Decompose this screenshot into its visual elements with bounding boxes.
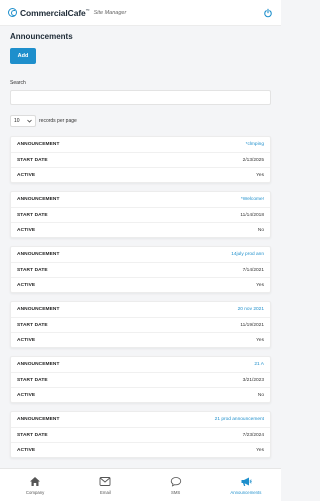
field-label: START DATE <box>17 377 48 383</box>
active-row: ACTIVE Yes <box>11 167 270 182</box>
power-icon[interactable] <box>263 8 273 18</box>
field-label: ANNOUNCEMENT <box>17 252 60 257</box>
start-date-value: 3/21/2023 <box>242 377 264 383</box>
top-bar: CommercialCafe™ Site Manager <box>0 0 281 26</box>
nav-label: Email <box>100 489 111 495</box>
start-date-value: 11/19/2021 <box>240 322 264 328</box>
commercialcafe-logo-icon <box>8 8 17 17</box>
bottom-navigation: Company Email SMS Announcements <box>0 468 281 501</box>
page-title: Announcements <box>10 32 73 41</box>
announcement-row: ANNOUNCEMENT 21 prod announcement <box>11 412 270 427</box>
field-label: START DATE <box>17 432 48 438</box>
announcement-card[interactable]: ANNOUNCEMENT 14july prod ann START DATE … <box>10 246 271 293</box>
field-label: ACTIVE <box>17 392 36 398</box>
announcement-card[interactable]: ANNOUNCEMENT 21 A START DATE 3/21/2023 A… <box>10 356 271 403</box>
start-date-row: START DATE 2/13/2025 <box>11 152 270 167</box>
start-date-row: START DATE 7/14/2021 <box>11 262 270 277</box>
field-label: ANNOUNCEMENT <box>17 362 60 367</box>
announcement-card[interactable]: ANNOUNCEMENT 21 prod announcement START … <box>10 411 271 458</box>
nav-item-sms[interactable]: SMS <box>141 469 211 501</box>
brand-logo: CommercialCafe™ Site Manager <box>8 8 126 18</box>
field-label: ACTIVE <box>17 282 36 288</box>
brand-subtitle: Site Manager <box>93 9 127 16</box>
field-label: ACTIVE <box>17 172 36 178</box>
start-date-value: 7/23/2024 <box>242 432 264 438</box>
field-label: ACTIVE <box>17 227 36 233</box>
announcement-card[interactable]: ANNOUNCEMENT *clmping START DATE 2/13/20… <box>10 136 271 183</box>
announcement-title-link[interactable]: *Welcome! <box>241 197 264 202</box>
page-length-control: 10 records per page <box>10 115 77 127</box>
nav-item-email[interactable]: Email <box>70 469 140 501</box>
nav-item-announcements[interactable]: Announcements <box>211 469 281 501</box>
active-value: Yes <box>256 282 264 288</box>
page-length-select[interactable]: 10 <box>10 115 36 127</box>
active-value: Yes <box>256 172 264 178</box>
add-button[interactable]: Add <box>10 48 36 64</box>
active-row: ACTIVE No <box>11 387 270 402</box>
announcement-card[interactable]: ANNOUNCEMENT *Welcome! START DATE 11/14/… <box>10 191 271 238</box>
nav-label: SMS <box>170 489 181 495</box>
start-date-value: 7/14/2021 <box>242 267 264 273</box>
active-row: ACTIVE Yes <box>11 332 270 347</box>
announcement-row: ANNOUNCEMENT 21 A <box>11 357 270 372</box>
nav-label: Announcements <box>230 489 262 495</box>
active-row: ACTIVE No <box>11 222 270 237</box>
active-row: ACTIVE Yes <box>11 442 270 457</box>
field-label: START DATE <box>17 267 48 273</box>
envelope-icon <box>99 476 111 486</box>
home-icon <box>30 476 41 486</box>
announcement-row: ANNOUNCEMENT 14july prod ann <box>11 247 270 262</box>
chevron-down-icon <box>27 119 32 123</box>
active-row: ACTIVE Yes <box>11 277 270 292</box>
announcement-title-link[interactable]: 21 A <box>254 362 264 367</box>
nav-item-company[interactable]: Company <box>0 469 70 501</box>
field-label: ACTIVE <box>17 337 36 343</box>
nav-label: Company <box>25 489 45 495</box>
announcement-title-link[interactable]: 20 nov 2021 <box>238 307 264 312</box>
announcement-title-link[interactable]: 21 prod announcement <box>215 417 264 422</box>
announcement-row: ANNOUNCEMENT *Welcome! <box>11 192 270 207</box>
megaphone-icon <box>241 477 252 486</box>
search-input[interactable] <box>10 90 271 105</box>
active-value: Yes <box>256 447 264 453</box>
field-label: ANNOUNCEMENT <box>17 197 60 202</box>
page-length-text: records per page <box>39 118 77 124</box>
field-label: START DATE <box>17 157 48 163</box>
field-label: ANNOUNCEMENT <box>17 417 60 422</box>
start-date-row: START DATE 11/19/2021 <box>11 317 270 332</box>
announcement-title-link[interactable]: *clmping <box>246 142 264 147</box>
start-date-value: 2/13/2025 <box>242 157 264 163</box>
search-label: Search <box>10 80 26 86</box>
field-label: START DATE <box>17 322 48 328</box>
announcement-row: ANNOUNCEMENT 20 nov 2021 <box>11 302 270 317</box>
field-label: START DATE <box>17 212 48 218</box>
field-label: ANNOUNCEMENT <box>17 142 60 147</box>
field-label: ANNOUNCEMENT <box>17 307 60 312</box>
announcement-row: ANNOUNCEMENT *clmping <box>11 137 270 152</box>
start-date-row: START DATE 7/23/2024 <box>11 427 270 442</box>
start-date-value: 11/14/2018 <box>240 212 264 218</box>
brand-name: CommercialCafe™ <box>20 7 90 18</box>
active-value: No <box>257 227 264 233</box>
announcement-card[interactable]: ANNOUNCEMENT 20 nov 2021 START DATE 11/1… <box>10 301 271 348</box>
announcement-title-link[interactable]: 14july prod ann <box>231 252 264 257</box>
chat-bubble-icon <box>170 476 181 487</box>
active-value: Yes <box>256 337 264 343</box>
field-label: ACTIVE <box>17 447 36 453</box>
start-date-row: START DATE 3/21/2023 <box>11 372 270 387</box>
start-date-row: START DATE 11/14/2018 <box>11 207 270 222</box>
active-value: No <box>257 392 264 398</box>
page-length-value: 10 <box>14 118 20 124</box>
